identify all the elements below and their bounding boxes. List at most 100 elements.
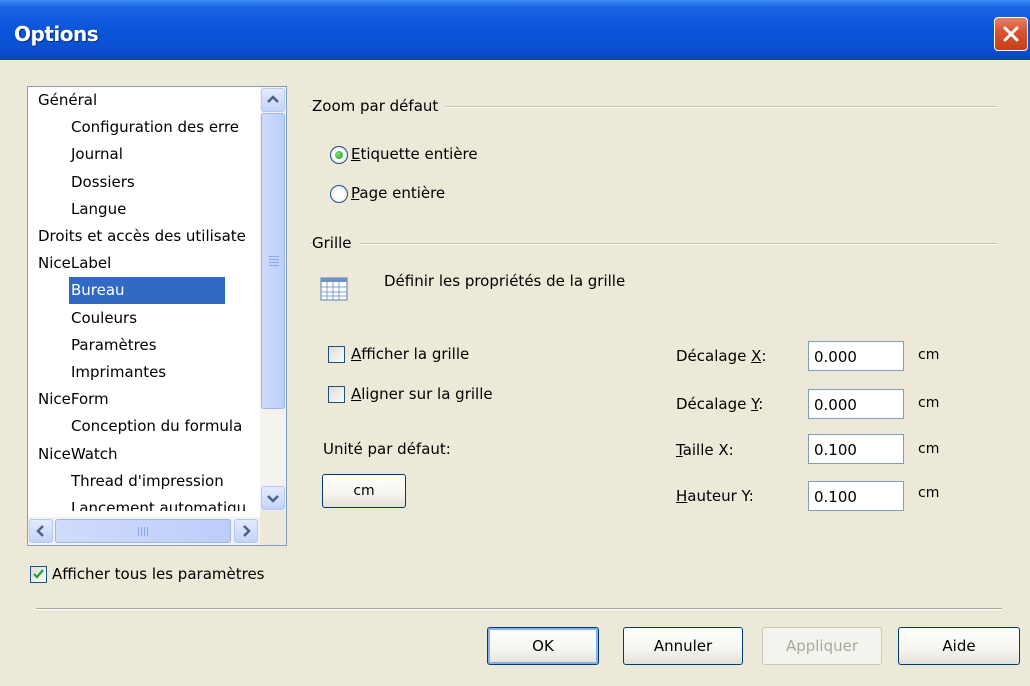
title-bar[interactable]: Options — [0, 0, 1030, 60]
tree-item-label: Couleurs — [71, 308, 138, 327]
footer-separator — [36, 608, 1002, 610]
tree-item-label: Droits et accès des utilisate — [38, 227, 246, 245]
label-text: Décalage — [676, 347, 752, 365]
close-button[interactable] — [994, 17, 1028, 51]
tree-item[interactable]: Thread d'impression — [28, 468, 260, 495]
chevron-left-icon — [36, 525, 44, 537]
tree-item[interactable]: Imprimantes — [28, 359, 260, 386]
grip-line — [141, 527, 142, 536]
tree-item[interactable]: Dossiers — [28, 169, 260, 196]
mnemonic: A — [351, 345, 362, 363]
tree-item[interactable]: NiceLabel — [28, 250, 260, 277]
vertical-scrollbar[interactable] — [260, 87, 286, 511]
tree-item[interactable]: NiceForm — [28, 386, 260, 413]
tree-item[interactable]: Lancement automatiqu — [28, 495, 260, 511]
height-y-input[interactable] — [808, 481, 904, 511]
tree-item-label: NiceLabel — [38, 254, 112, 273]
tree-item[interactable]: Langue — [28, 196, 260, 223]
chevron-up-icon — [267, 95, 279, 103]
horizontal-scrollbar[interactable] — [28, 517, 260, 545]
show-grid-label[interactable]: Afficher la grille — [351, 345, 469, 363]
offset-x-input[interactable] — [808, 341, 904, 371]
options-dialog: Options Général Configuration des erre Jou… — [0, 0, 1030, 686]
label-text: Décalage — [676, 395, 752, 413]
align-grid-label[interactable]: Aligner sur la grille — [351, 385, 493, 403]
cancel-button[interactable]: Annuler — [623, 627, 743, 665]
tree-item-label: Bureau — [69, 277, 225, 305]
grid-group-line — [310, 243, 996, 245]
default-unit-label: Unité par défaut: — [323, 440, 451, 458]
scroll-left-button[interactable] — [29, 519, 53, 543]
grid-properties-text: Définir les propriétés de la grille — [384, 272, 626, 290]
tree-item-label: Paramètres — [71, 335, 157, 354]
label-text: age entière — [359, 184, 446, 202]
tree-item[interactable]: Droits et accès des utilisate — [28, 223, 260, 250]
tree-item[interactable]: Configuration des erre — [28, 114, 260, 141]
tree-item-label: Lancement automatiqu — [71, 499, 247, 511]
offset-y-label: Décalage Y: — [676, 395, 763, 413]
chevron-right-icon — [243, 525, 251, 537]
radio-selected-dot — [335, 151, 343, 159]
zoom-whole-page-label[interactable]: Page entière — [351, 184, 445, 202]
label-text: : — [758, 395, 764, 413]
tree-list: Général Configuration des erre Journal Doss… — [28, 87, 260, 511]
tree-item-label: Configuration des erre — [71, 118, 240, 137]
tree-item[interactable]: Conception du formula — [28, 413, 260, 440]
size-x-input[interactable] — [808, 434, 904, 464]
mnemonic: A — [351, 385, 362, 403]
grid-group-label: Grille — [312, 234, 360, 252]
grip-line — [269, 259, 279, 260]
show-all-label[interactable]: Afficher tous les paramètres — [52, 565, 264, 583]
zoom-whole-page-radio[interactable] — [330, 185, 348, 203]
label-text: fficher la grille — [361, 345, 470, 363]
help-button[interactable]: Aide — [898, 627, 1020, 665]
offset-x-unit: cm — [918, 347, 940, 363]
grip-line — [138, 527, 139, 536]
tree-item[interactable]: Bureau — [28, 277, 260, 305]
tree-item-label: Imprimantes — [71, 363, 167, 381]
tree-item-label: Langue — [71, 199, 127, 218]
grip-line — [269, 256, 279, 257]
height-y-unit: cm — [918, 485, 940, 501]
horizontal-scroll-thumb[interactable] — [55, 519, 231, 543]
tree-item-label: Général — [38, 91, 98, 109]
tree-item[interactable]: Général — [28, 87, 260, 114]
scroll-down-button[interactable] — [261, 486, 285, 510]
grip-line — [269, 265, 279, 266]
mnemonic: X — [751, 347, 762, 365]
tree-item[interactable]: Paramètres — [28, 332, 260, 359]
tree-item-label: Dossiers — [71, 172, 135, 191]
label-text: auteur Y: — [687, 487, 754, 505]
tree-item[interactable]: NiceWatch — [28, 441, 260, 468]
tree-item[interactable]: Couleurs — [28, 305, 260, 332]
tree-item-label: Journal — [71, 145, 123, 164]
offset-y-input[interactable] — [808, 389, 904, 419]
grip-line — [144, 527, 145, 536]
tree-item-label: Thread d'impression — [71, 471, 224, 490]
zoom-whole-label-radio[interactable] — [330, 146, 348, 164]
tree-item[interactable]: Journal — [28, 141, 260, 168]
checkmark-icon — [33, 569, 44, 579]
scroll-corner — [260, 511, 286, 545]
apply-button[interactable]: Appliquer — [762, 627, 882, 665]
grid-icon — [320, 275, 348, 305]
tree-item-label: NiceForm — [38, 390, 109, 409]
vertical-scroll-thumb[interactable] — [261, 113, 285, 409]
ok-button[interactable]: OK — [487, 627, 599, 665]
default-unit-button[interactable]: cm — [322, 474, 406, 508]
align-grid-checkbox[interactable] — [328, 386, 345, 403]
offset-x-label: Décalage X: — [676, 347, 766, 365]
grip-line — [147, 527, 148, 536]
scroll-up-button[interactable] — [261, 88, 285, 112]
label-text: aille X: — [682, 441, 734, 459]
settings-tree[interactable]: Général Configuration des erre Journal Doss… — [27, 86, 287, 546]
label-text: tiquette entière — [360, 145, 478, 163]
zoom-whole-label-label[interactable]: Etiquette entière — [351, 145, 478, 163]
close-icon — [1003, 26, 1019, 42]
height-y-label: Hauteur Y: — [676, 487, 754, 505]
scroll-right-button[interactable] — [234, 519, 258, 543]
window-title: Options — [14, 22, 99, 46]
mnemonic: T — [676, 441, 683, 459]
show-all-checkbox[interactable] — [30, 566, 47, 583]
show-grid-checkbox[interactable] — [328, 346, 345, 363]
